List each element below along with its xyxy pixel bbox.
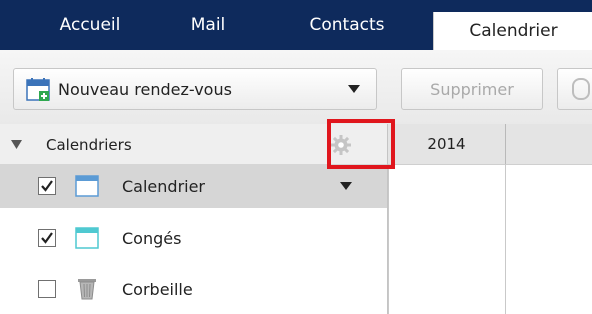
checkmark-icon bbox=[41, 232, 53, 244]
collapse-triangle-icon[interactable] bbox=[11, 140, 22, 149]
new-appointment-icon bbox=[26, 78, 50, 101]
corbeille-checkbox[interactable] bbox=[38, 280, 56, 298]
tab-mail[interactable]: Mail bbox=[178, 0, 238, 50]
calendar-view: 2014 bbox=[388, 124, 592, 314]
trash-icon bbox=[78, 279, 96, 300]
new-appointment-label: Nouveau rendez-vous bbox=[58, 79, 232, 99]
tab-mail-label: Mail bbox=[190, 15, 226, 35]
calendar-item-calendrier[interactable]: Calendrier bbox=[0, 164, 387, 208]
toolbar: Nouveau rendez-vous Supprimer bbox=[0, 50, 592, 125]
toolbar-overflow-button[interactable] bbox=[557, 68, 592, 110]
new-appointment-button[interactable]: Nouveau rendez-vous bbox=[13, 68, 377, 110]
calendars-section-header[interactable]: Calendriers bbox=[0, 124, 387, 164]
year-label: 2014 bbox=[427, 135, 466, 153]
print-icon bbox=[572, 78, 590, 100]
conges-checkbox[interactable] bbox=[38, 229, 56, 247]
tab-contacts[interactable]: Contacts bbox=[292, 0, 402, 50]
grid-line bbox=[388, 164, 389, 314]
delete-button[interactable]: Supprimer bbox=[401, 68, 543, 110]
section-title: Calendriers bbox=[46, 136, 132, 154]
calendars-sidebar: Calendriers Calendrier Congés Corbeille bbox=[0, 124, 388, 314]
calendar-item-label: Calendrier bbox=[122, 176, 206, 196]
top-navigation: Accueil Mail Contacts Calendrier bbox=[0, 0, 592, 50]
chevron-down-icon[interactable] bbox=[340, 182, 352, 190]
checkmark-icon bbox=[41, 180, 53, 192]
tab-accueil-label: Accueil bbox=[59, 15, 121, 35]
year-cell[interactable]: 2014 bbox=[388, 124, 506, 164]
calendar-icon bbox=[75, 175, 99, 197]
calendar-icon bbox=[75, 227, 99, 249]
delete-label: Supprimer bbox=[430, 79, 514, 99]
calendar-checkbox[interactable] bbox=[38, 177, 56, 195]
tab-calendrier-label: Calendrier bbox=[469, 21, 558, 41]
tab-contacts-label: Contacts bbox=[309, 15, 385, 35]
chevron-down-icon[interactable] bbox=[348, 85, 360, 93]
calendar-item-conges[interactable]: Congés bbox=[0, 216, 387, 260]
tab-accueil[interactable]: Accueil bbox=[46, 0, 134, 50]
year-header: 2014 bbox=[388, 124, 592, 165]
gear-icon[interactable] bbox=[330, 134, 352, 156]
grid-line bbox=[505, 164, 506, 314]
calendar-item-label: Corbeille bbox=[122, 279, 193, 299]
calendar-item-label: Congés bbox=[122, 228, 182, 248]
tab-calendrier[interactable]: Calendrier bbox=[433, 12, 592, 50]
calendar-item-corbeille[interactable]: Corbeille bbox=[0, 267, 387, 311]
